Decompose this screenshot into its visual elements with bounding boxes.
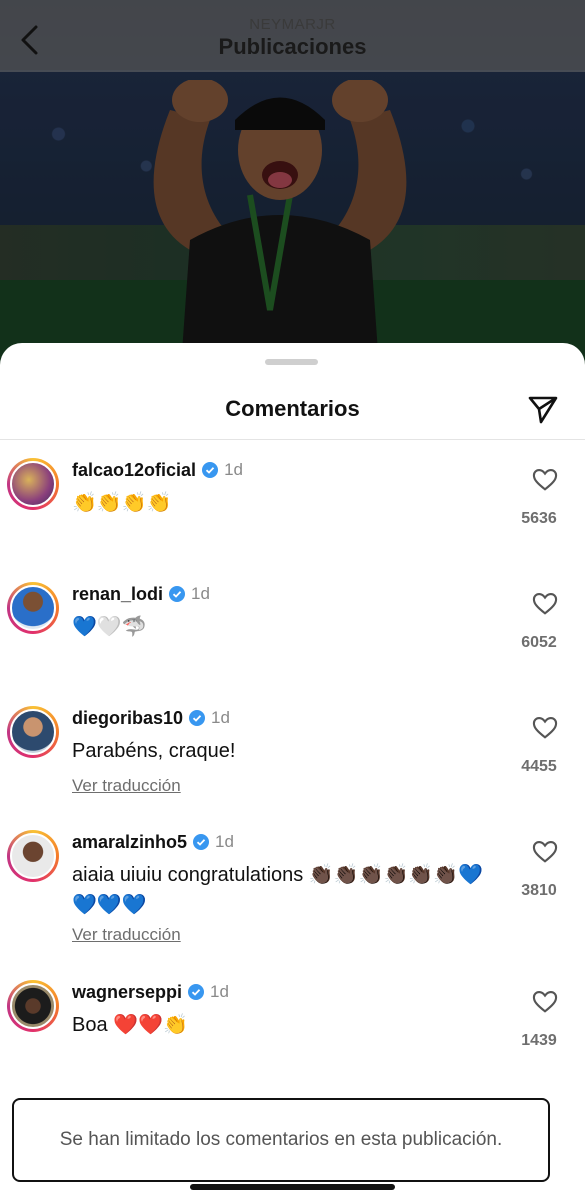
- avatar[interactable]: [7, 830, 59, 882]
- comment-username[interactable]: diegoribas10: [72, 708, 183, 729]
- heart-icon[interactable]: [531, 466, 559, 494]
- heart-icon[interactable]: [531, 988, 559, 1016]
- notice-text: Se han limitado los comentarios en esta …: [59, 1129, 503, 1150]
- comment-username[interactable]: falcao12oficial: [72, 460, 196, 481]
- comment-text: Parabéns, craque!: [72, 740, 236, 762]
- comment-text: aiaia uiuiu congratulations 👏🏿👏🏿👏🏿👏🏿👏🏿👏🏿…: [72, 864, 484, 916]
- comment-text: Boa ❤️❤️👏: [72, 1014, 188, 1036]
- avatar[interactable]: [7, 706, 59, 758]
- comment-username[interactable]: amaralzinho5: [72, 832, 187, 853]
- heart-icon[interactable]: [531, 714, 559, 742]
- account-name: NEYMARJR: [249, 16, 336, 33]
- comments-sheet: Comentarios falcao12oficial 1d 👏👏👏👏 5636…: [0, 343, 585, 1200]
- comment-time: 1d: [210, 982, 229, 1001]
- verified-badge-icon: [189, 710, 206, 726]
- like-count: 6052: [521, 634, 557, 651]
- heart-icon[interactable]: [531, 838, 559, 866]
- verified-badge-icon: [193, 834, 210, 850]
- sheet-title: Comentarios: [225, 396, 360, 421]
- comment-time: 1d: [211, 708, 230, 727]
- like-count: 4455: [521, 758, 557, 775]
- top-bar: NEYMARJR Publicaciones: [0, 0, 585, 72]
- like-count: 3810: [521, 882, 557, 899]
- comment-username[interactable]: wagnerseppi: [72, 982, 182, 1003]
- verified-badge-icon: [202, 462, 219, 478]
- verified-badge-icon: [188, 984, 205, 1000]
- translate-link[interactable]: Ver traducción: [72, 776, 181, 796]
- home-indicator[interactable]: [190, 1184, 395, 1190]
- sheet-grabber[interactable]: [265, 359, 318, 365]
- comment-username[interactable]: renan_lodi: [72, 584, 163, 605]
- translate-link[interactable]: Ver traducción: [72, 925, 181, 945]
- verified-badge-icon: [169, 586, 186, 602]
- heart-icon[interactable]: [531, 590, 559, 618]
- comment-time: 1d: [191, 584, 210, 603]
- like-count: 5636: [521, 510, 557, 527]
- comments-limited-notice: Se han limitado los comentarios en esta …: [12, 1098, 550, 1182]
- page-title: Publicaciones: [218, 34, 367, 59]
- comment-text: 👏👏👏👏: [72, 492, 172, 514]
- comment-text: 💙🤍🦈: [72, 616, 147, 638]
- comment-time: 1d: [224, 460, 243, 479]
- avatar[interactable]: [7, 458, 59, 510]
- share-button[interactable]: [527, 393, 559, 425]
- like-count: 1439: [521, 1032, 557, 1049]
- avatar[interactable]: [7, 582, 59, 634]
- avatar[interactable]: [7, 980, 59, 1032]
- divider: [0, 439, 585, 440]
- comment-time: 1d: [215, 832, 234, 851]
- paper-plane-icon: [528, 396, 558, 424]
